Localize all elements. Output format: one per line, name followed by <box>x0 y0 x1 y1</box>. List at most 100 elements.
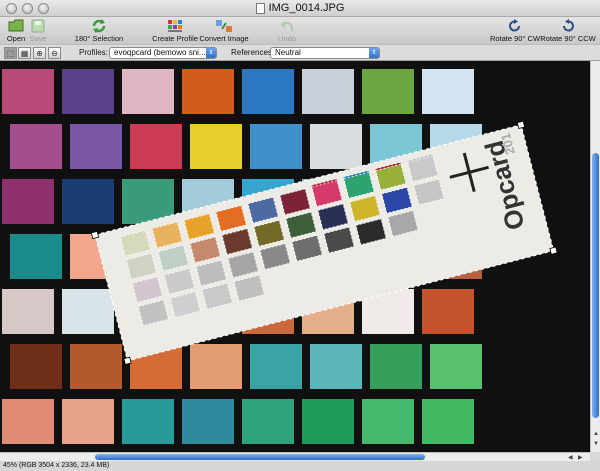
chart-patch <box>122 399 174 444</box>
chart-patch <box>422 69 474 114</box>
selection-handle[interactable] <box>90 230 100 240</box>
chart-patch <box>242 399 294 444</box>
chart-patch <box>10 124 62 169</box>
rotate-ccw-label: Rotate 90° CCW <box>540 34 596 43</box>
rotate-cw-label: Rotate 90° CW <box>489 34 541 43</box>
rotate-ccw-icon <box>559 17 577 34</box>
chart-patch <box>130 124 182 169</box>
save-icon <box>29 17 47 34</box>
chart-patch <box>302 69 354 114</box>
app-window: IMG_0014.JPG Open Save 180° Selection Cr… <box>0 0 600 471</box>
undo-button[interactable]: Undo <box>276 17 298 44</box>
title-bar[interactable]: IMG_0014.JPG <box>0 0 600 17</box>
convert-image-label: Convert Image <box>199 34 249 43</box>
convert-image-button[interactable]: Convert Image <box>199 17 249 44</box>
options-bar: ⬚ ▦ ⊕ ⊖ Profiles: evoqpcard (bemowo sni.… <box>0 44 600 61</box>
chart-patch <box>2 289 54 334</box>
zoom-out-tool[interactable]: ⊖ <box>48 47 61 59</box>
scroll-down-icon[interactable]: ▼ <box>593 441 599 447</box>
chart-patch <box>362 69 414 114</box>
selection-rotate-button[interactable]: 180° Selection <box>74 17 124 44</box>
profiles-value: evoqpcard (bemowo sni... <box>114 48 206 57</box>
chart-patch <box>250 344 302 389</box>
document-icon <box>255 2 265 14</box>
zoom-in-tool[interactable]: ⊕ <box>33 47 46 59</box>
create-profile-button[interactable]: Create Profile <box>151 17 199 44</box>
chart-patch <box>370 344 422 389</box>
horizontal-scroll-thumb[interactable] <box>95 454 425 460</box>
crop-icon: ▦ <box>20 48 29 58</box>
window-title-text: IMG_0014.JPG <box>268 2 345 14</box>
create-profile-label: Create Profile <box>152 34 198 43</box>
popup-arrows-icon: ⇕ <box>206 48 216 58</box>
scroll-right-icon[interactable]: ▶ <box>578 454 583 461</box>
selection-handle[interactable] <box>516 120 526 129</box>
chart-patch <box>70 344 122 389</box>
undo-arrow-icon <box>278 17 296 34</box>
open-label: Open <box>6 34 26 43</box>
crop-select-tool[interactable]: ▦ <box>18 47 31 59</box>
chart-patch <box>2 399 54 444</box>
popup-arrows-icon: ⇕ <box>369 48 379 58</box>
references-popup[interactable]: Neutral ⇕ <box>270 47 380 59</box>
chart-patch <box>422 289 474 334</box>
marquee-icon: ⬚ <box>6 48 15 58</box>
close-window-button[interactable] <box>6 3 17 14</box>
rotate-cw-icon <box>506 17 524 34</box>
folder-icon <box>7 17 25 34</box>
chart-patch <box>70 124 122 169</box>
profiles-label: Profiles: <box>79 48 108 57</box>
save-button[interactable]: Save <box>28 17 48 44</box>
chart-patch <box>62 399 114 444</box>
chart-patch <box>2 69 54 114</box>
save-label: Save <box>29 34 47 43</box>
chart-patch <box>62 69 114 114</box>
status-text: 45% (RGB 3504 x 2336, 23.4 MB) <box>3 462 110 469</box>
open-button[interactable]: Open <box>6 17 26 44</box>
image-canvas[interactable]: Opcard 201 <box>0 61 590 452</box>
scroll-left-icon[interactable]: ◀ <box>568 454 573 461</box>
profile-grid-icon <box>166 17 184 34</box>
chart-patch <box>10 344 62 389</box>
zoom-window-button[interactable] <box>38 3 49 14</box>
toolbar: Open Save 180° Selection Create Profile … <box>0 17 600 44</box>
convert-image-icon <box>215 17 233 34</box>
chart-patch <box>362 399 414 444</box>
vertical-scroll-thumb[interactable] <box>592 153 599 418</box>
rotate-ccw-button[interactable]: Rotate 90° CCW <box>540 17 596 44</box>
chart-patch <box>310 344 362 389</box>
selection-label: 180° Selection <box>74 34 124 43</box>
minimize-window-button[interactable] <box>22 3 33 14</box>
selection-handle[interactable] <box>549 246 558 255</box>
profiles-popup[interactable]: evoqpcard (bemowo sni... ⇕ <box>109 47 217 59</box>
chart-patch <box>190 344 242 389</box>
window-title: IMG_0014.JPG <box>255 2 345 14</box>
chart-patch <box>190 124 242 169</box>
status-bar: 45% (RGB 3504 x 2336, 23.4 MB) <box>0 461 600 471</box>
vertical-scrollbar[interactable]: ▲ ▼ <box>590 61 600 452</box>
chart-patch <box>310 124 362 169</box>
undo-label: Undo <box>278 34 296 43</box>
zoom-in-icon: ⊕ <box>36 48 43 58</box>
chart-patch <box>62 289 114 334</box>
horizontal-scrollbar[interactable]: ◀ ▶ <box>0 452 590 461</box>
chart-patch <box>182 399 234 444</box>
chart-patch <box>2 179 54 224</box>
chart-patch <box>430 344 482 389</box>
chart-patch <box>182 69 234 114</box>
rotate-cw-button[interactable]: Rotate 90° CW <box>489 17 541 44</box>
chart-patch <box>242 69 294 114</box>
references-value: Neutral <box>275 48 301 57</box>
marquee-select-tool[interactable]: ⬚ <box>4 47 17 59</box>
chart-patch <box>422 399 474 444</box>
chart-patch <box>302 399 354 444</box>
selection-handle[interactable] <box>123 356 132 366</box>
rotate-arrows-icon <box>90 17 108 34</box>
zoom-out-icon: ⊖ <box>51 48 58 58</box>
chart-patch <box>122 69 174 114</box>
chart-patch <box>10 234 62 279</box>
photo-view: Opcard 201 <box>2 69 558 444</box>
references-label: References: <box>231 48 275 57</box>
scroll-up-icon[interactable]: ▲ <box>593 431 599 437</box>
chart-patch <box>250 124 302 169</box>
